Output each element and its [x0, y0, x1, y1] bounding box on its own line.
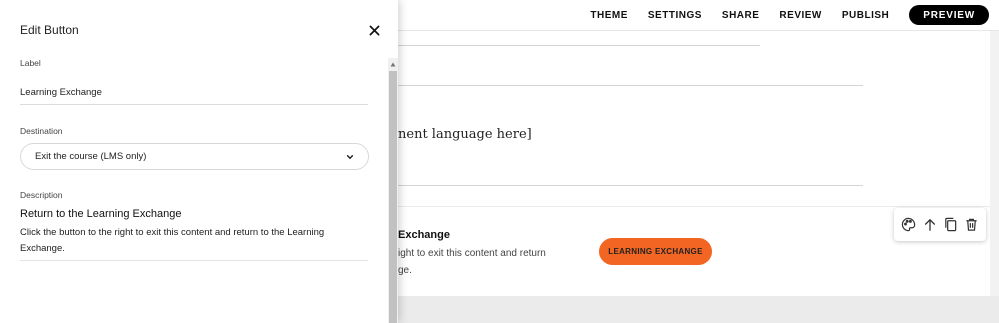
label-input[interactable] — [20, 80, 368, 105]
chevron-down-icon — [346, 153, 354, 164]
preview-button[interactable]: PREVIEW — [909, 5, 989, 25]
arrow-up-icon[interactable] — [921, 216, 939, 234]
divider — [398, 85, 863, 86]
description-field-label: Description — [20, 190, 63, 200]
nav-review[interactable]: REVIEW — [779, 10, 821, 21]
description-title[interactable]: Return to the Learning Exchange — [20, 208, 181, 220]
nav-share[interactable]: SHARE — [722, 10, 760, 21]
learning-exchange-button[interactable]: LEARNING EXCHANGE — [599, 238, 712, 265]
scrollbar-thumb[interactable] — [389, 71, 397, 323]
block-body-line: ight to exit this content and return — [398, 248, 546, 259]
nav-theme[interactable]: THEME — [590, 10, 628, 21]
scroll-up-arrow-icon[interactable] — [388, 58, 398, 70]
palette-icon[interactable] — [900, 216, 918, 234]
trash-icon[interactable] — [963, 216, 981, 234]
destination-field-label: Destination — [20, 126, 63, 136]
edit-button-panel: Edit Button Label Destination Exit the c… — [0, 0, 398, 323]
nav-publish[interactable]: PUBLISH — [842, 10, 889, 21]
panel-title: Edit Button — [20, 23, 79, 37]
block-body-line: ge. — [398, 265, 412, 276]
destination-selected-value: Exit the course (LMS only) — [35, 151, 147, 162]
description-body[interactable]: Click the button to the right to exit th… — [20, 225, 368, 257]
destination-select[interactable]: Exit the course (LMS only) — [20, 143, 369, 170]
nav-settings[interactable]: SETTINGS — [648, 10, 702, 21]
block-title: Exchange — [398, 229, 450, 241]
divider — [398, 45, 760, 46]
content-text[interactable]: nent language here] — [398, 127, 532, 142]
close-icon[interactable] — [366, 22, 382, 38]
panel-scrollbar[interactable] — [388, 58, 398, 323]
block-body: ight to exit this content and return ge. — [398, 245, 558, 279]
block-toolbar — [894, 208, 986, 241]
divider — [398, 185, 863, 186]
duplicate-icon[interactable] — [942, 216, 960, 234]
divider — [20, 260, 368, 261]
label-field-label: Label — [20, 58, 41, 68]
top-nav: THEME SETTINGS SHARE REVIEW PUBLISH PREV… — [570, 5, 989, 25]
